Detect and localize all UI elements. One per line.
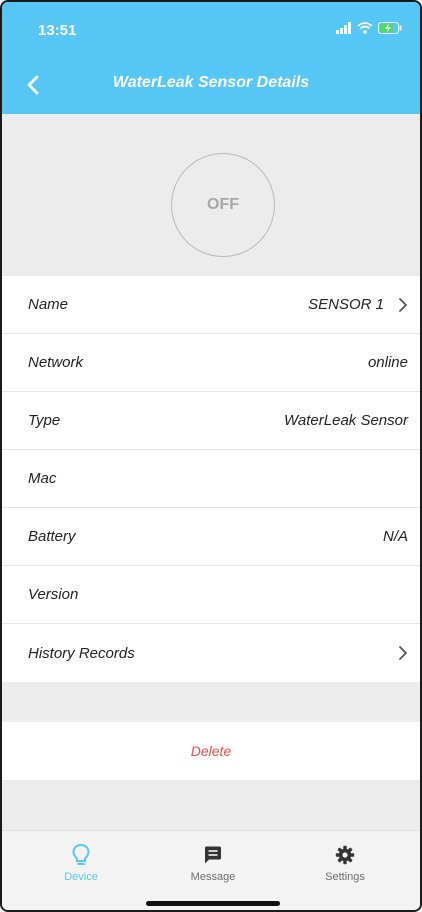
detail-value-name: SENSOR 1	[308, 296, 384, 313]
detail-label-battery: Battery	[28, 528, 76, 545]
detail-label-network: Network	[28, 354, 84, 371]
power-state-label: OFF	[207, 196, 239, 213]
detail-value-network: online	[367, 354, 408, 371]
signal-icon	[336, 22, 351, 34]
detail-value-battery: N/A	[382, 528, 408, 545]
detail-label-history-records: History Records	[28, 644, 135, 662]
details-list: Name SENSOR 1 Network online Type WaterL…	[2, 276, 420, 682]
tab-bar: Device Message Settings	[2, 830, 420, 910]
status-time: 13:51	[38, 22, 77, 39]
gear-icon	[335, 845, 355, 865]
detail-row-type: Type WaterLeak Sensor	[2, 392, 420, 450]
detail-row-history-records[interactable]: History Records	[2, 624, 420, 682]
lightbulb-icon	[72, 843, 90, 865]
detail-row-mac: Mac	[2, 450, 420, 508]
home-indicator[interactable]	[146, 901, 280, 906]
chevron-right-icon	[399, 646, 407, 660]
delete-button[interactable]: Delete	[2, 722, 420, 780]
status-bar: 13:51	[2, 2, 420, 56]
chevron-left-icon	[27, 75, 39, 95]
wifi-icon	[357, 22, 373, 34]
tab-message-label: Message	[190, 871, 236, 883]
detail-row-network: Network online	[2, 334, 420, 392]
detail-label-type: Type	[28, 412, 61, 429]
tab-settings[interactable]: Settings	[290, 843, 400, 883]
tab-device-label: Device	[64, 871, 98, 883]
chevron-right-icon	[399, 297, 407, 312]
detail-label-mac: Mac	[28, 470, 57, 487]
back-button[interactable]	[18, 68, 48, 102]
message-icon	[205, 846, 221, 864]
phone-screen: 13:51 WaterLeak Sensor Details OFF Name …	[0, 0, 422, 912]
power-toggle-button[interactable]: OFF	[171, 153, 275, 257]
status-icons	[336, 22, 402, 34]
detail-row-battery: Battery N/A	[2, 508, 420, 566]
detail-row-version: Version	[2, 566, 420, 624]
detail-label-version: Version	[28, 586, 79, 603]
detail-value-type: WaterLeak Sensor	[284, 412, 408, 429]
battery-charging-icon	[378, 22, 402, 34]
tab-message[interactable]: Message	[158, 843, 268, 883]
detail-row-name[interactable]: Name SENSOR 1	[2, 276, 420, 334]
page-title: WaterLeak Sensor Details	[112, 74, 310, 91]
tab-settings-label: Settings	[325, 871, 365, 883]
tab-device[interactable]: Device	[26, 843, 136, 883]
nav-bar: WaterLeak Sensor Details	[2, 56, 420, 114]
delete-label: Delete	[190, 743, 232, 759]
detail-label-name: Name	[28, 296, 69, 313]
